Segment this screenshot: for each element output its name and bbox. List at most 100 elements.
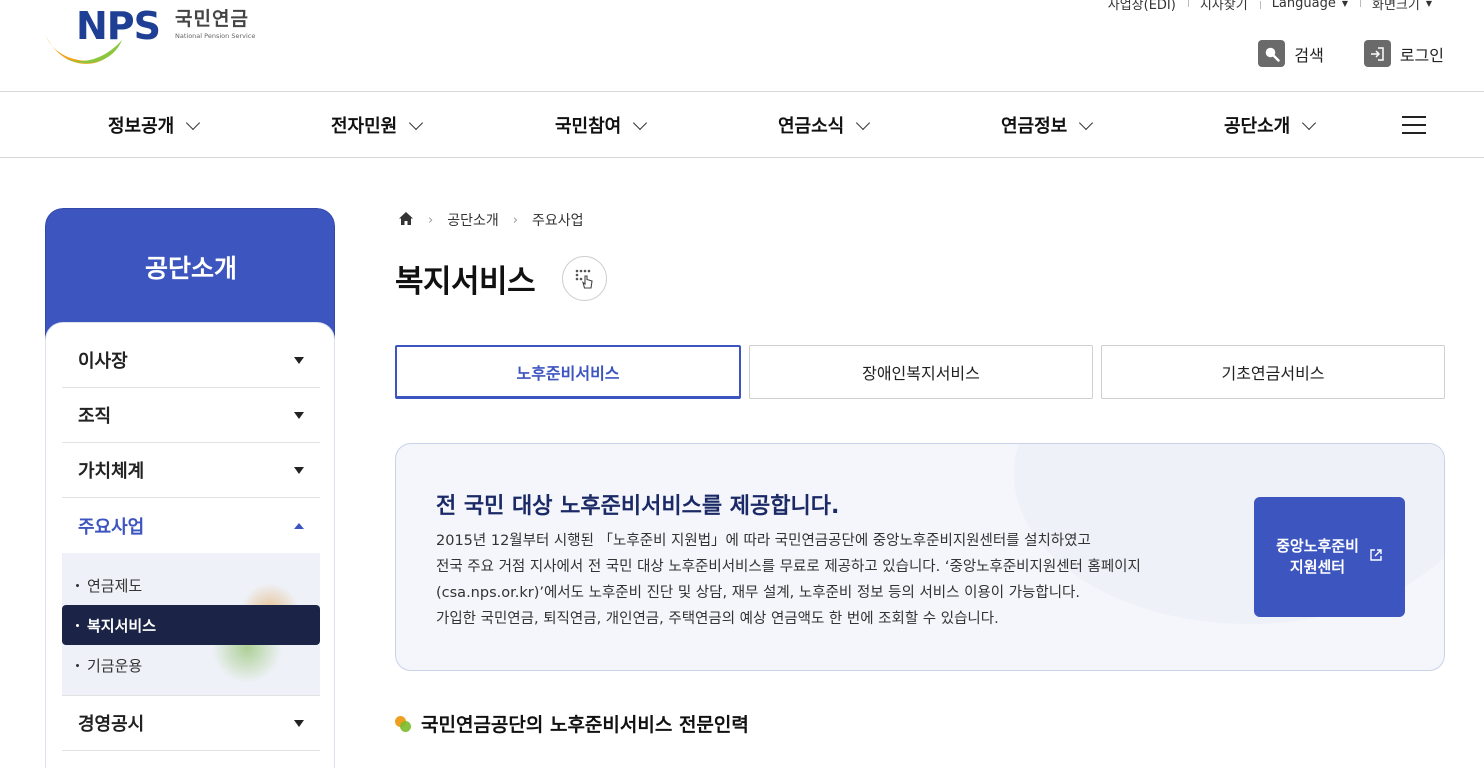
intro-line: 2015년 12월부터 시행된 「노후준비 지원법」에 따라 국민연금공단에 중… [436,533,1091,549]
side-item-label: 가치체계 [78,461,145,482]
braille-touch-icon[interactable] [562,256,607,301]
nav-label: 전자민원 [331,116,398,137]
section-title: 국민연금공단의 노후준비서비스 전문인력 [421,714,749,736]
intro-heading: 전 국민 대상 노후준비서비스를 제공합니다. [436,494,840,519]
util-branch-label: 지사찾기 [1199,0,1248,13]
triangle-down-icon [294,719,304,727]
nps-logo[interactable]: NPS 국민연금 National Pension Service [44,2,284,68]
side-item-label: 이사장 [78,351,128,372]
breadcrumb-item[interactable]: 주요사업 [532,210,584,230]
nav-about[interactable]: 공단소개 [1224,92,1317,158]
sub-item-label: 복지서비스 [87,616,157,635]
search-label: 검색 [1294,45,1324,65]
side-submenu: 연금제도 복지서비스 기금운용 [62,553,320,696]
intro-line: 가입한 국민연금, 퇴직연금, 개인연금, 주택연금의 예상 연금액도 한 번에… [436,611,999,627]
nav-pension-news[interactable]: 연금소식 [778,92,871,158]
chevron-down-icon [186,115,201,130]
main-navigation: 정보공개 전자민원 국민참여 연금소식 연금정보 공단소개 [0,92,1484,158]
side-menu-title: 공단소개 [144,254,237,283]
bullet-icon [76,583,79,587]
bullet-icon [76,663,79,667]
tab-label: 노후준비서비스 [516,363,620,383]
side-menu-list: 이사장 조직 가치체계 주요사업 연금제도 복지서비스 기금운용 경영공시 [62,333,320,751]
side-menu-body: 이사장 조직 가치체계 주요사업 연금제도 복지서비스 기금운용 경영공시 [45,322,335,768]
bullet-icon [76,623,79,627]
side-item-disclosure[interactable]: 경영공시 [62,696,320,751]
side-item-values[interactable]: 가치체계 [62,443,320,498]
hamburger-menu-icon[interactable] [1402,116,1426,134]
logo-name-ko: 국민연금 [175,8,249,30]
header-actions: 검색 로그인 [1258,40,1444,67]
sub-item-pension-system[interactable]: 연금제도 [62,565,320,605]
section-bullet-icon [395,715,411,732]
nav-participation[interactable]: 국민참여 [555,92,648,158]
nav-label: 공단소개 [1224,116,1291,137]
side-menu: 공단소개 이사장 조직 가치체계 주요사업 연금제도 복지서비스 기금운용 경영… [45,208,335,768]
util-screen-size-dropdown[interactable]: 화면크기 ▼ [1360,0,1444,13]
service-tabs: 노후준비서비스 장애인복지서비스 기초연금서비스 [395,345,1445,399]
center-link-button[interactable]: 중앙노후준비 지원센터 [1254,497,1405,617]
util-screen-size-label: 화면크기 [1372,0,1420,13]
triangle-down-icon [294,411,304,419]
side-item-organization[interactable]: 조직 [62,388,320,443]
side-item-label: 주요사업 [78,516,145,538]
center-link-text: 중앙노후준비 지원센터 [1276,536,1359,578]
logo-mark: NPS [76,4,161,48]
sub-item-label: 연금제도 [87,576,143,595]
side-item-ceo[interactable]: 이사장 [62,333,320,388]
tab-label: 장애인복지서비스 [862,364,980,383]
breadcrumb: › 공단소개 › 주요사업 [398,210,583,230]
nav-pension-info[interactable]: 연금정보 [1001,92,1094,158]
triangle-down-icon [294,356,304,364]
chevron-right-icon: › [512,212,518,228]
util-language-label: Language [1271,0,1336,11]
sub-item-fund-management[interactable]: 기금운용 [62,645,320,685]
tab-label: 기초연금서비스 [1221,364,1325,383]
center-link-line: 지원센터 [1289,558,1346,576]
side-item-label: 경영공시 [78,714,145,735]
page-title: 복지서비스 [395,264,536,300]
site-header: NPS 국민연금 National Pension Service 사업장(ED… [0,0,1484,92]
nav-info-disclosure[interactable]: 정보공개 [108,92,201,158]
triangle-down-icon [294,466,304,474]
chevron-right-icon: › [428,212,434,228]
nav-label: 연금소식 [778,116,845,137]
logo-name-en: National Pension Service [175,32,256,40]
breadcrumb-item[interactable]: 공단소개 [447,210,499,230]
nav-label: 국민참여 [555,116,622,137]
login-icon [1363,40,1391,67]
search-icon [1258,40,1286,67]
caret-down-icon: ▼ [1425,0,1432,8]
sub-item-welfare-service[interactable]: 복지서비스 [62,605,320,645]
chevron-down-icon [409,115,424,130]
home-icon[interactable] [398,211,414,230]
nav-label: 연금정보 [1001,116,1068,137]
external-link-icon [1369,547,1383,568]
nav-e-civil[interactable]: 전자민원 [331,92,424,158]
utility-links: 사업장(EDI) 지사찾기 Language ▼ 화면크기 ▼ [1096,0,1444,13]
chevron-down-icon [856,115,871,130]
util-edi-label: 사업장(EDI) [1107,0,1176,13]
tab-basic-pension[interactable]: 기초연금서비스 [1101,345,1445,399]
util-language-dropdown[interactable]: Language ▼ [1259,0,1360,11]
sub-item-label: 기금운용 [87,656,143,675]
util-edi-link[interactable]: 사업장(EDI) [1096,0,1188,13]
intro-line: (csa.nps.or.kr)’에서도 노후준비 진단 및 상담, 재무 설계,… [436,585,1081,601]
caret-down-icon: ▼ [1341,0,1348,8]
login-label: 로그인 [1399,45,1444,65]
util-branch-link[interactable]: 지사찾기 [1187,0,1260,13]
search-button[interactable]: 검색 [1258,40,1324,67]
triangle-up-icon [294,522,304,529]
side-item-main-business[interactable]: 주요사업 [62,498,320,553]
chevron-down-icon [1079,115,1094,130]
intro-box: 전 국민 대상 노후준비서비스를 제공합니다. 2015년 12월부터 시행된 … [395,443,1445,671]
tab-disability-welfare[interactable]: 장애인복지서비스 [749,345,1093,399]
nav-label: 정보공개 [108,116,175,137]
intro-description: 2015년 12월부터 시행된 「노후준비 지원법」에 따라 국민연금공단에 중… [436,528,1226,632]
section-heading: 국민연금공단의 노후준비서비스 전문인력 [395,710,749,737]
center-link-line: 중앙노후준비 [1276,537,1359,555]
intro-line: 전국 주요 거점 지사에서 전 국민 대상 노후준비서비스를 무료로 제공하고 … [436,559,1141,575]
login-button[interactable]: 로그인 [1363,40,1444,67]
tab-retirement-prep[interactable]: 노후준비서비스 [395,345,741,399]
chevron-down-icon [633,115,648,130]
